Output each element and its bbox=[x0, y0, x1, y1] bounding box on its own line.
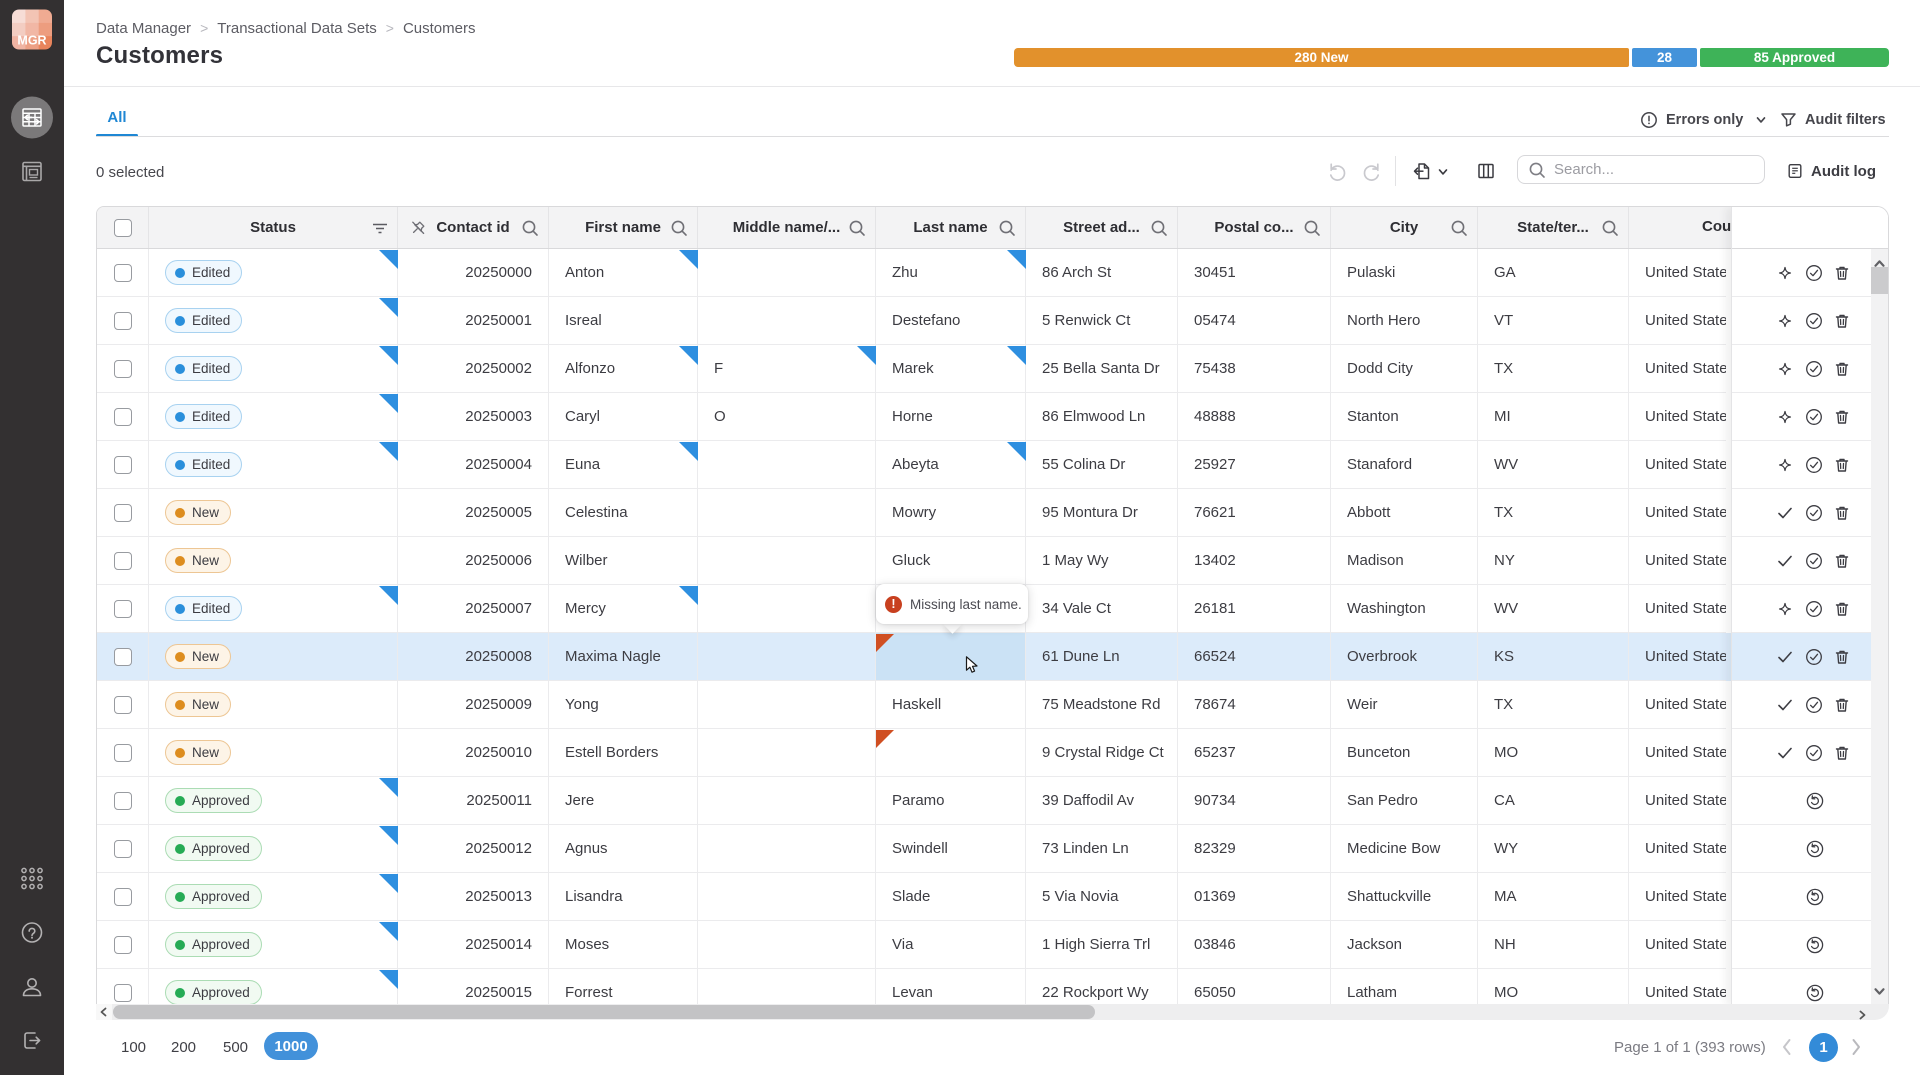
svg-text:MGR: MGR bbox=[17, 34, 46, 48]
